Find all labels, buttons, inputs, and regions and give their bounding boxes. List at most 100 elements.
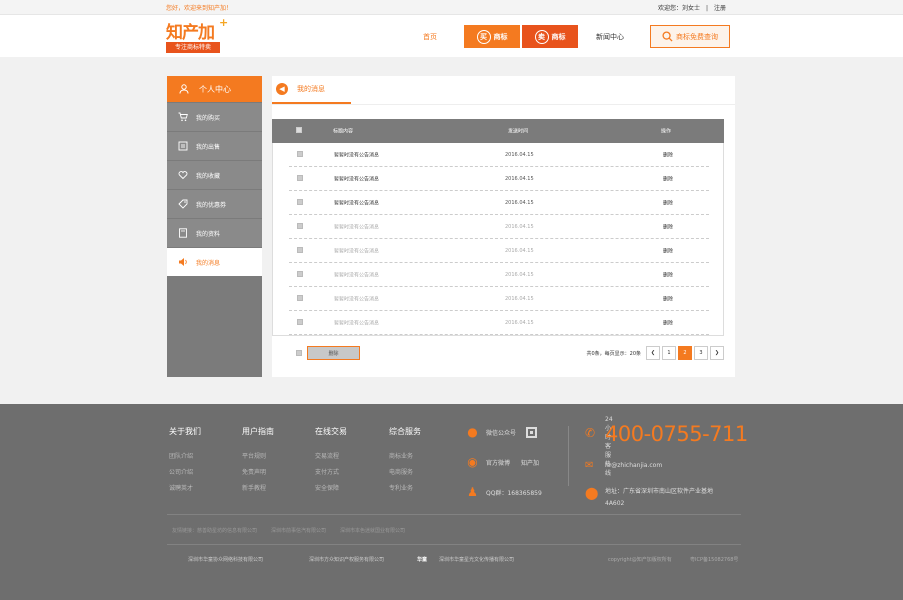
separator: | — [705, 5, 708, 12]
friend-link[interactable]: 友情链接：慈善助星坊的信息有限公司 — [172, 527, 257, 534]
table-row[interactable]: 暂暂时没有公告消息 2016.04.15 删除 — [289, 263, 709, 287]
footer-link[interactable]: 支付方式 — [315, 467, 347, 476]
nav-home[interactable]: 首页 — [423, 32, 437, 42]
tab-bar: ◀ 我的消息 — [272, 76, 735, 105]
row-checkbox[interactable] — [297, 174, 303, 183]
row-title[interactable]: 暂暂时没有公告消息 — [334, 271, 379, 278]
friend-link[interactable]: 深圳市本色迷就国业有限公司 — [340, 527, 405, 534]
register-link[interactable]: 注册 — [714, 5, 726, 12]
partner-link[interactable]: 深圳市华童星光文化传播有限公司 — [439, 556, 514, 563]
row-checkbox[interactable] — [297, 198, 303, 207]
row-delete-link[interactable]: 删除 — [663, 295, 673, 302]
trademark-query-button[interactable]: 商标免费查询 — [650, 25, 730, 48]
qq-row[interactable]: ♟ QQ群：168365859 — [465, 484, 542, 500]
nav-buy-trademark-button[interactable]: 买 商标 — [464, 25, 520, 48]
row-delete-link[interactable]: 删除 — [663, 151, 673, 158]
pagination-info: 共0条，每页显示：20条 — [586, 350, 641, 357]
row-title[interactable]: 暂暂时没有公告消息 — [334, 247, 379, 254]
copyright: copyright@知产加版权所有 — [608, 557, 672, 563]
weibo-row[interactable]: ◉ 官方微博 知产加 — [465, 454, 542, 470]
email[interactable]: hr@zhichanjia.com — [605, 462, 662, 469]
table-row[interactable]: 暂暂时没有公告消息 2016.04.15 删除 — [289, 215, 709, 239]
table-row[interactable]: 暂暂时没有公告消息 2016.04.15 删除 — [289, 311, 709, 335]
bulk-delete-button[interactable]: 删除 — [307, 346, 360, 360]
sidebar-item-purchases[interactable]: 我的购买 — [167, 103, 262, 131]
friend-link[interactable]: 深圳市前事信汽有限公司 — [271, 527, 326, 534]
row-delete-link[interactable]: 删除 — [663, 223, 673, 230]
page-2[interactable]: 2 — [678, 346, 692, 360]
select-all-checkbox[interactable] — [296, 127, 302, 135]
footer-link[interactable]: 商标业务 — [389, 451, 421, 460]
sidebar-item-favorites[interactable]: 我的收藏 — [167, 161, 262, 189]
page-3[interactable]: 3 — [694, 346, 708, 360]
footer-heading: 关于我们 — [169, 427, 201, 436]
wechat-icon: ● — [467, 425, 478, 439]
footer-link[interactable]: 公司介绍 — [169, 467, 201, 476]
footer-link[interactable]: 电商服务 — [389, 467, 421, 476]
sell-icon — [177, 141, 188, 152]
row-title[interactable]: 暂暂时没有公告消息 — [334, 175, 379, 182]
page-1[interactable]: 1 — [662, 346, 676, 360]
nav-sell-trademark-button[interactable]: 卖 商标 — [522, 25, 578, 48]
row-checkbox[interactable] — [297, 270, 303, 279]
sidebar-item-coupons[interactable]: 我的优惠券 — [167, 190, 262, 218]
header-action: 操作 — [661, 128, 672, 135]
logo[interactable]: 知产加 + 专注商标特卖 — [166, 16, 230, 54]
row-delete-link[interactable]: 删除 — [663, 247, 673, 254]
nav-sell-label: 商标 — [551, 32, 566, 41]
row-delete-link[interactable]: 删除 — [663, 175, 673, 182]
footer-link[interactable]: 新手教程 — [242, 483, 274, 492]
row-title[interactable]: 暂暂时没有公告消息 — [334, 295, 379, 302]
table-row[interactable]: 暂暂时没有公告消息 2016.04.15 删除 — [289, 239, 709, 263]
row-checkbox[interactable] — [297, 246, 303, 255]
row-delete-link[interactable]: 删除 — [663, 271, 673, 278]
user-greeting[interactable]: 欢迎您：刘女士 — [658, 5, 700, 12]
nav-news[interactable]: 新闻中心 — [596, 32, 624, 42]
message-icon — [177, 257, 188, 268]
query-label: 商标免费查询 — [676, 32, 718, 41]
next-page-icon[interactable]: ❯ — [710, 346, 724, 360]
top-bar: 您好，欢迎来到知产加！ 欢迎您：刘女士 | 注册 — [0, 0, 903, 15]
sidebar: 个人中心 我的购买 我的出售 我的收藏 我的优惠券 我的资料 我的消息 — [167, 76, 262, 377]
friend-links: 友情链接：慈善助星坊的信息有限公司 深圳市前事信汽有限公司 深圳市本色迷就国业有… — [172, 527, 405, 534]
sidebar-item-messages[interactable]: 我的消息 — [167, 248, 262, 276]
footer-link[interactable]: 诚聘英才 — [169, 483, 201, 492]
footer-link[interactable]: 安全保障 — [315, 483, 347, 492]
row-delete-link[interactable]: 删除 — [663, 199, 673, 206]
sidebar-item-sales[interactable]: 我的出售 — [167, 132, 262, 160]
row-title[interactable]: 暂暂时没有公告消息 — [334, 319, 379, 326]
tab-my-messages[interactable]: ◀ 我的消息 — [272, 76, 351, 104]
table-row[interactable]: 暂暂时没有公告消息 2016.04.15 删除 — [289, 143, 709, 167]
table-row[interactable]: 暂暂时没有公告消息 2016.04.15 删除 — [289, 191, 709, 215]
footer-link[interactable]: 交易流程 — [315, 451, 347, 460]
prev-page-icon[interactable]: ❮ — [646, 346, 660, 360]
footer-link[interactable]: 平台规则 — [242, 451, 274, 460]
footer-link[interactable]: 团队介绍 — [169, 451, 201, 460]
footer-col-services: 综合服务 商标业务 电商服务 专利业务 — [389, 426, 421, 499]
partner-link[interactable]: 深圳市方众知识产权服务有限公司 — [309, 556, 384, 563]
footer-link[interactable]: 专利业务 — [389, 483, 421, 492]
qr-code-icon[interactable] — [526, 426, 538, 438]
row-checkbox[interactable] — [297, 150, 303, 159]
table-row[interactable]: 暂暂时没有公告消息 2016.04.15 删除 — [289, 167, 709, 191]
table-body: 暂暂时没有公告消息 2016.04.15 删除 暂暂时没有公告消息 2016.04.15… — [272, 143, 724, 336]
row-title[interactable]: 暂暂时没有公告消息 — [334, 223, 379, 230]
sidebar-item-profile[interactable]: 我的资料 — [167, 219, 262, 247]
row-title[interactable]: 暂暂时没有公告消息 — [334, 151, 379, 158]
row-title[interactable]: 暂暂时没有公告消息 — [334, 199, 379, 206]
row-delete-link[interactable]: 删除 — [663, 319, 673, 326]
footer-link[interactable]: 免责声明 — [242, 467, 274, 476]
row-checkbox[interactable] — [297, 318, 303, 327]
weibo-account[interactable]: 知产加 — [521, 458, 539, 467]
row-checkbox[interactable] — [297, 222, 303, 231]
row-time: 2016.04.15 — [505, 223, 534, 230]
footer-divider — [167, 544, 741, 545]
table-row[interactable]: 暂暂时没有公告消息 2016.04.15 删除 — [289, 287, 709, 311]
row-checkbox[interactable] — [297, 294, 303, 303]
wechat-row[interactable]: ● 微信公众号 — [465, 424, 542, 440]
footer-select-checkbox[interactable] — [296, 350, 302, 356]
sidebar-header-label: 个人中心 — [199, 84, 231, 94]
partner-link[interactable]: 深圳市华童协众网络科技有限公司 — [188, 556, 263, 563]
pagination: 共0条，每页显示：20条 ❮ 1 2 3 ❯ — [586, 346, 724, 360]
user-area: 欢迎您：刘女士 | 注册 — [655, 3, 729, 12]
